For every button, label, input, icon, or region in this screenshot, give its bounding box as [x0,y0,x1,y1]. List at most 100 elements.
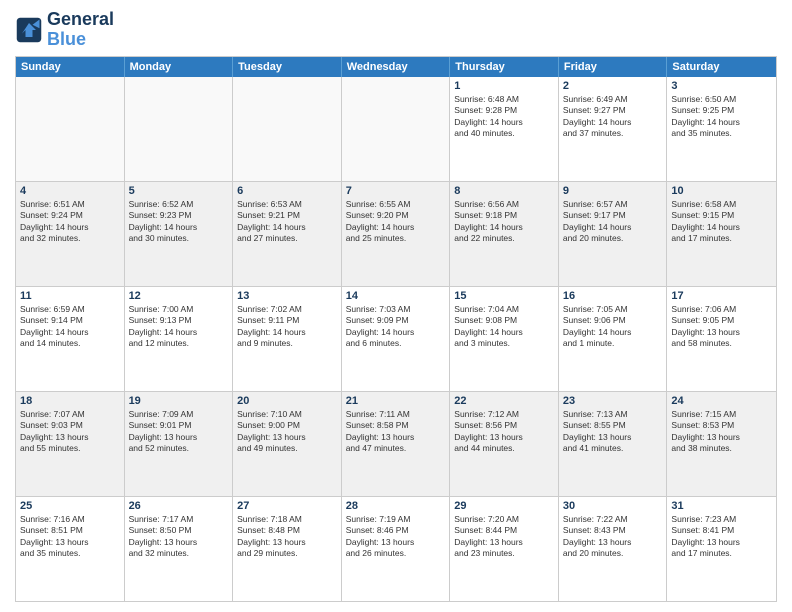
day-info: Sunrise: 7:11 AM Sunset: 8:58 PM Dayligh… [346,409,446,455]
calendar-week: 25Sunrise: 7:16 AM Sunset: 8:51 PM Dayli… [16,497,776,601]
day-info: Sunrise: 6:51 AM Sunset: 9:24 PM Dayligh… [20,199,120,245]
day-number: 13 [237,290,337,302]
day-number: 11 [20,290,120,302]
calendar-cell: 29Sunrise: 7:20 AM Sunset: 8:44 PM Dayli… [450,497,559,601]
calendar-cell: 2 Sunrise: 6:49 AM Sunset: 9:27 PM Daylig… [559,77,668,181]
calendar-cell: 10 Sunrise: 6:58 AM Sunset: 9:15 PM Dayli… [667,182,776,286]
day-number: 30 [563,500,663,512]
calendar-cell [233,77,342,181]
day-info: Sunrise: 7:12 AM Sunset: 8:56 PM Dayligh… [454,409,554,455]
calendar-cell: 26 Sunrise: 7:17 AM Sunset: 8:50 PM Dayli… [125,497,234,601]
day-number: 10 [671,185,772,197]
day-number: 3 [671,80,772,92]
calendar-week: 18 Sunrise: 7:07 AM Sunset: 9:03 PM Dayli… [16,392,776,497]
day-number: 22 [454,395,554,407]
day-number: 31 [671,500,772,512]
calendar-header-cell: Thursday [450,57,559,77]
day-info: Sunrise: 7:22 AM Sunset: 8:43 PM Dayligh… [563,514,663,560]
day-number: 23 [563,395,663,407]
day-info: Sunrise: 7:05 AM Sunset: 9:06 PM Dayligh… [563,304,663,350]
calendar-cell: 22 Sunrise: 7:12 AM Sunset: 8:56 PM Dayli… [450,392,559,496]
header: General Blue [15,10,777,50]
day-info: Sunrise: 7:20 AM Sunset: 8:44 PM Dayligh… [454,514,554,560]
logo: General Blue [15,10,114,50]
day-info: Sunrise: 6:50 AM Sunset: 9:25 PM Dayligh… [671,94,772,140]
calendar-cell: 17 Sunrise: 7:06 AM Sunset: 9:05 PM Dayli… [667,287,776,391]
calendar-body: 1Sunrise: 6:48 AM Sunset: 9:28 PM Daylig… [16,77,776,601]
calendar-cell: 3 Sunrise: 6:50 AM Sunset: 9:25 PM Daylig… [667,77,776,181]
day-number: 9 [563,185,663,197]
day-number: 5 [129,185,229,197]
day-info: Sunrise: 7:00 AM Sunset: 9:13 PM Dayligh… [129,304,229,350]
calendar-header-cell: Sunday [16,57,125,77]
day-info: Sunrise: 6:49 AM Sunset: 9:27 PM Dayligh… [563,94,663,140]
calendar-cell [125,77,234,181]
day-number: 16 [563,290,663,302]
calendar-cell: 28Sunrise: 7:19 AM Sunset: 8:46 PM Dayli… [342,497,451,601]
day-info: Sunrise: 7:06 AM Sunset: 9:05 PM Dayligh… [671,304,772,350]
calendar-week: 11Sunrise: 6:59 AM Sunset: 9:14 PM Dayli… [16,287,776,392]
page: General Blue SundayMondayTuesdayWednesda… [0,0,792,612]
calendar-cell: 31 Sunrise: 7:23 AM Sunset: 8:41 PM Dayli… [667,497,776,601]
calendar-cell: 19 Sunrise: 7:09 AM Sunset: 9:01 PM Dayli… [125,392,234,496]
calendar-header-cell: Monday [125,57,234,77]
calendar-cell: 27 Sunrise: 7:18 AM Sunset: 8:48 PM Dayli… [233,497,342,601]
calendar-header-cell: Tuesday [233,57,342,77]
calendar-cell: 7Sunrise: 6:55 AM Sunset: 9:20 PM Daylig… [342,182,451,286]
day-info: Sunrise: 7:23 AM Sunset: 8:41 PM Dayligh… [671,514,772,560]
day-info: Sunrise: 7:16 AM Sunset: 8:51 PM Dayligh… [20,514,120,560]
calendar-cell: 20Sunrise: 7:10 AM Sunset: 9:00 PM Dayli… [233,392,342,496]
day-number: 27 [237,500,337,512]
calendar-cell: 21Sunrise: 7:11 AM Sunset: 8:58 PM Dayli… [342,392,451,496]
calendar-cell: 9 Sunrise: 6:57 AM Sunset: 9:17 PM Daylig… [559,182,668,286]
calendar-cell: 14 Sunrise: 7:03 AM Sunset: 9:09 PM Dayli… [342,287,451,391]
calendar-cell: 15 Sunrise: 7:04 AM Sunset: 9:08 PM Dayli… [450,287,559,391]
calendar-cell: 8Sunrise: 6:56 AM Sunset: 9:18 PM Daylig… [450,182,559,286]
calendar-header-cell: Saturday [667,57,776,77]
calendar-cell: 25Sunrise: 7:16 AM Sunset: 8:51 PM Dayli… [16,497,125,601]
calendar-cell: 6 Sunrise: 6:53 AM Sunset: 9:21 PM Daylig… [233,182,342,286]
day-number: 14 [346,290,446,302]
calendar-week: 1Sunrise: 6:48 AM Sunset: 9:28 PM Daylig… [16,77,776,182]
day-number: 20 [237,395,337,407]
calendar-cell: 16 Sunrise: 7:05 AM Sunset: 9:06 PM Dayli… [559,287,668,391]
day-number: 26 [129,500,229,512]
day-number: 17 [671,290,772,302]
calendar-cell: 24Sunrise: 7:15 AM Sunset: 8:53 PM Dayli… [667,392,776,496]
day-info: Sunrise: 7:07 AM Sunset: 9:03 PM Dayligh… [20,409,120,455]
calendar-week: 4Sunrise: 6:51 AM Sunset: 9:24 PM Daylig… [16,182,776,287]
day-info: Sunrise: 6:48 AM Sunset: 9:28 PM Dayligh… [454,94,554,140]
day-number: 19 [129,395,229,407]
day-number: 12 [129,290,229,302]
day-info: Sunrise: 7:09 AM Sunset: 9:01 PM Dayligh… [129,409,229,455]
day-number: 2 [563,80,663,92]
calendar-cell: 1Sunrise: 6:48 AM Sunset: 9:28 PM Daylig… [450,77,559,181]
day-info: Sunrise: 7:03 AM Sunset: 9:09 PM Dayligh… [346,304,446,350]
day-info: Sunrise: 7:17 AM Sunset: 8:50 PM Dayligh… [129,514,229,560]
calendar-cell: 23 Sunrise: 7:13 AM Sunset: 8:55 PM Dayli… [559,392,668,496]
calendar-header-cell: Wednesday [342,57,451,77]
calendar-header-row: SundayMondayTuesdayWednesdayThursdayFrid… [16,57,776,77]
calendar-cell [342,77,451,181]
day-info: Sunrise: 7:04 AM Sunset: 9:08 PM Dayligh… [454,304,554,350]
calendar: SundayMondayTuesdayWednesdayThursdayFrid… [15,56,777,602]
calendar-cell: 5 Sunrise: 6:52 AM Sunset: 9:23 PM Daylig… [125,182,234,286]
day-info: Sunrise: 7:18 AM Sunset: 8:48 PM Dayligh… [237,514,337,560]
day-info: Sunrise: 7:02 AM Sunset: 9:11 PM Dayligh… [237,304,337,350]
day-info: Sunrise: 7:15 AM Sunset: 8:53 PM Dayligh… [671,409,772,455]
day-info: Sunrise: 7:13 AM Sunset: 8:55 PM Dayligh… [563,409,663,455]
logo-icon [15,16,43,44]
day-number: 18 [20,395,120,407]
calendar-cell: 18 Sunrise: 7:07 AM Sunset: 9:03 PM Dayli… [16,392,125,496]
day-info: Sunrise: 6:53 AM Sunset: 9:21 PM Dayligh… [237,199,337,245]
calendar-cell: 11Sunrise: 6:59 AM Sunset: 9:14 PM Dayli… [16,287,125,391]
logo-text: General Blue [47,10,114,50]
day-number: 6 [237,185,337,197]
day-number: 28 [346,500,446,512]
calendar-cell [16,77,125,181]
day-info: Sunrise: 6:58 AM Sunset: 9:15 PM Dayligh… [671,199,772,245]
calendar-header-cell: Friday [559,57,668,77]
day-number: 15 [454,290,554,302]
day-info: Sunrise: 6:52 AM Sunset: 9:23 PM Dayligh… [129,199,229,245]
day-info: Sunrise: 6:57 AM Sunset: 9:17 PM Dayligh… [563,199,663,245]
